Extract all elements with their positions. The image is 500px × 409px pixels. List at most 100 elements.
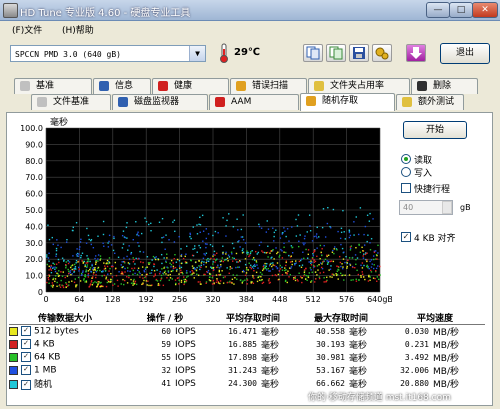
drive-select[interactable]: SPCCN PMD 3.0 (640 gB) ▼ xyxy=(10,45,206,62)
data-point xyxy=(266,269,268,271)
data-point xyxy=(67,285,69,287)
save-icon xyxy=(353,47,365,59)
data-point xyxy=(215,274,218,276)
data-point xyxy=(256,280,259,283)
data-point xyxy=(285,261,287,264)
data-point xyxy=(196,251,198,253)
data-point xyxy=(283,251,285,253)
data-point xyxy=(333,248,335,250)
write-radio[interactable] xyxy=(401,167,411,177)
data-point xyxy=(121,247,124,249)
read-radio[interactable] xyxy=(401,154,411,164)
download-button[interactable] xyxy=(406,44,426,62)
short-stroke-checkbox[interactable] xyxy=(401,183,411,193)
data-point xyxy=(94,266,96,269)
data-point xyxy=(126,282,129,284)
data-point xyxy=(47,276,50,279)
stroke-spin-button[interactable] xyxy=(442,201,452,214)
data-point xyxy=(126,276,128,278)
exit-button[interactable]: 退出 xyxy=(440,43,490,64)
menu-file[interactable]: (F)文件 xyxy=(12,23,42,36)
access-time-chart: 100.0 90.0 80.0 70.0 60.0 50.0 40.0 30.0 20.0 10.… xyxy=(20,116,392,304)
series-checkbox[interactable]: ✓ xyxy=(21,365,31,376)
tab-bottom-3[interactable]: 随机存取 xyxy=(300,93,395,111)
ops-value: 32 xyxy=(161,366,171,375)
save-button[interactable] xyxy=(349,44,369,62)
data-point xyxy=(171,278,173,280)
minimize-button[interactable]: — xyxy=(426,2,450,18)
data-point xyxy=(159,279,162,282)
data-point xyxy=(73,269,76,272)
close-button[interactable]: ✕ xyxy=(472,2,498,18)
data-point xyxy=(174,266,177,269)
data-point xyxy=(161,217,164,220)
data-point xyxy=(172,269,174,272)
options-button[interactable] xyxy=(372,44,392,62)
data-point xyxy=(199,247,202,249)
data-point xyxy=(294,277,297,279)
data-point xyxy=(174,283,177,286)
copy-image-button[interactable] xyxy=(326,44,346,62)
data-point xyxy=(162,273,165,275)
data-point xyxy=(340,231,343,234)
data-point xyxy=(65,286,67,289)
menu-help[interactable]: (H)帮助 xyxy=(62,23,94,36)
tab-top-2[interactable]: 健康 xyxy=(152,78,229,94)
data-point xyxy=(251,250,253,252)
tab-top-1[interactable]: 信息 xyxy=(93,78,151,94)
data-point xyxy=(195,261,197,263)
data-point xyxy=(139,276,141,278)
data-point xyxy=(303,273,306,276)
data-point xyxy=(303,275,305,277)
data-point xyxy=(110,244,113,246)
data-point xyxy=(92,267,95,269)
tab-top-4[interactable]: 文件夹占用率 xyxy=(308,78,410,94)
data-point xyxy=(143,270,145,272)
data-point xyxy=(97,260,99,262)
series-checkbox[interactable]: ✓ xyxy=(21,326,31,337)
data-point xyxy=(52,262,54,264)
data-point xyxy=(202,240,204,242)
tab-top-5[interactable]: 删除 xyxy=(411,78,478,94)
copy-text-button[interactable] xyxy=(303,44,323,62)
tab-top-0[interactable]: 基准 xyxy=(14,78,92,94)
data-point xyxy=(344,274,346,276)
health-icon xyxy=(158,81,168,91)
data-point xyxy=(376,280,378,282)
delete-icon xyxy=(417,81,427,91)
tab-bottom-2[interactable]: AAM xyxy=(209,94,299,110)
data-point xyxy=(80,238,82,241)
data-point xyxy=(198,260,200,262)
speed-value: 20.880 xyxy=(400,379,429,388)
data-point xyxy=(367,266,369,269)
data-point xyxy=(244,274,247,277)
benchmark-icon xyxy=(20,81,30,91)
data-point xyxy=(321,226,324,229)
chevron-down-icon[interactable]: ▼ xyxy=(189,46,205,61)
data-point xyxy=(358,243,360,246)
tab-bottom-1[interactable]: 磁盘监视器 xyxy=(112,94,208,110)
align-4kb-checkbox[interactable]: ✓ xyxy=(401,232,411,242)
series-checkbox[interactable]: ✓ xyxy=(21,352,31,363)
data-point xyxy=(54,268,56,270)
data-point xyxy=(157,282,160,285)
data-point xyxy=(376,254,378,257)
data-point xyxy=(55,267,58,269)
data-point xyxy=(194,247,196,250)
data-point xyxy=(212,255,214,257)
maximize-button[interactable]: □ xyxy=(449,2,473,18)
data-point xyxy=(370,271,373,273)
start-button[interactable]: 开始 xyxy=(403,121,467,139)
data-point xyxy=(312,254,315,257)
tab-bottom-4[interactable]: 额外测试 xyxy=(396,94,464,110)
series-checkbox[interactable]: ✓ xyxy=(21,379,31,390)
tab-top-3[interactable]: 错误扫描 xyxy=(230,78,307,94)
data-point xyxy=(253,259,256,261)
data-point xyxy=(279,264,281,267)
data-point xyxy=(145,267,147,269)
data-point xyxy=(158,221,161,223)
series-checkbox[interactable]: ✓ xyxy=(21,339,31,350)
tab-bottom-0[interactable]: 文件基准 xyxy=(31,94,111,110)
data-point xyxy=(207,257,209,260)
data-point xyxy=(47,278,50,281)
